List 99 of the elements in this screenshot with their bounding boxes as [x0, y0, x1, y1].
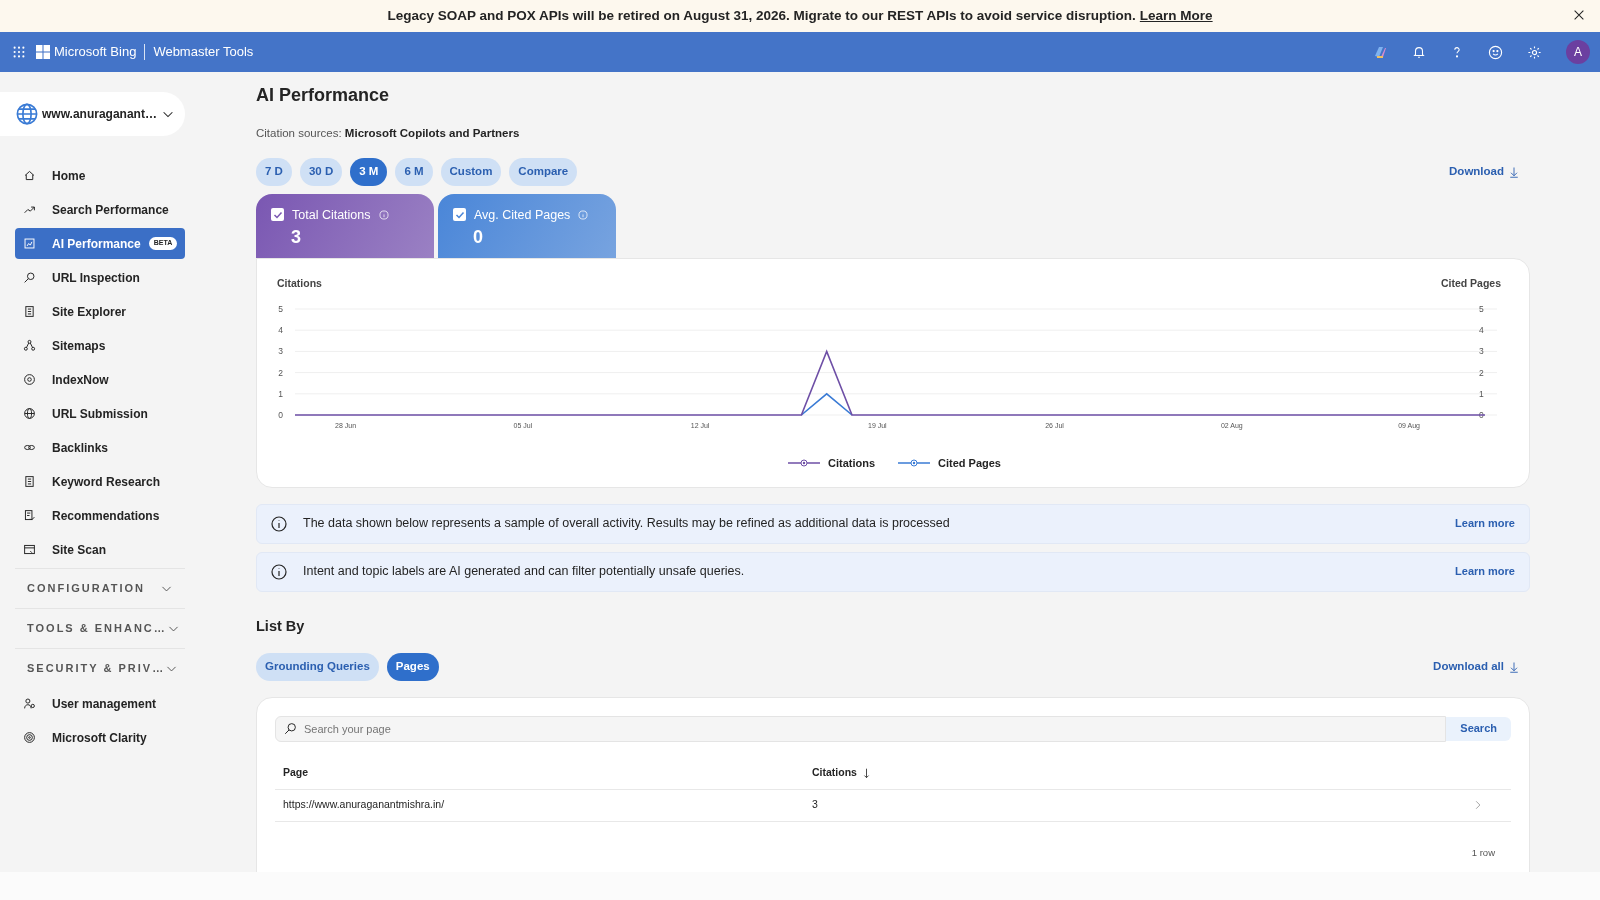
section-title: List By	[256, 616, 306, 636]
sidebar-item[interactable]: Home	[15, 160, 185, 191]
document-icon	[23, 305, 36, 318]
tick-label: 3	[1479, 345, 1484, 356]
legend-swatch	[787, 459, 821, 466]
banner-message: Legacy SOAP and POX APIs will be retired on August 31, 2026. Migrate to our REST APIs to avoid service disruption.	[387, 6, 1136, 25]
notice-text: The data shown below represents a sample of overall activity. Results may be refined as additional data is processed	[303, 515, 950, 533]
sidebar-item[interactable]: Backlinks	[15, 432, 185, 463]
tick-label: 1	[278, 388, 283, 399]
search-icon	[23, 271, 36, 284]
metric-value: 0	[473, 226, 484, 250]
metric-value: 3	[291, 226, 302, 250]
tick-label: 1	[1479, 388, 1484, 399]
axis-title: Citations	[277, 276, 322, 289]
bell-icon[interactable]	[1412, 45, 1426, 59]
sidebar-item[interactable]: Search Performance	[15, 194, 185, 225]
home-icon	[23, 169, 36, 182]
column-header[interactable]: Page	[283, 765, 309, 781]
column-header[interactable]: Citations	[812, 765, 857, 781]
site-selector[interactable]: www.anuraganant…	[0, 92, 185, 136]
section-header[interactable]: TOOLS & ENHANC…	[15, 608, 185, 648]
product-name: Webmaster Tools	[153, 43, 254, 62]
range-button[interactable]: 7 D	[256, 158, 292, 186]
range-button[interactable]: Custom	[440, 158, 502, 186]
checkbox[interactable]	[271, 208, 284, 222]
section-header[interactable]: CONFIGURATION	[15, 568, 185, 608]
info-icon	[578, 209, 589, 220]
close-icon[interactable]	[1572, 8, 1586, 22]
tick-label: 5	[1479, 303, 1484, 314]
notice-text: Intent and topic labels are AI generated and can filter potentially unsafe queries.	[303, 563, 745, 581]
table-cell-text: https://www.anuraganantmishra.in/	[283, 797, 446, 813]
sidebar-item[interactable]: URL Submission	[15, 398, 185, 429]
document-check-icon	[23, 509, 36, 522]
search-field[interactable]: Search your page	[275, 715, 1447, 742]
copilot-icon[interactable]	[1372, 44, 1388, 60]
download-icon	[1508, 165, 1520, 178]
sitemap-icon	[23, 339, 36, 352]
sidebar-item[interactable]: Microsoft Clarity	[15, 722, 185, 753]
row-count: 1 row	[1470, 845, 1496, 860]
tick-label: 3	[278, 345, 283, 356]
download-link[interactable]: Download	[1449, 163, 1520, 181]
tick-label: 4	[278, 324, 283, 335]
info-icon	[271, 563, 287, 580]
learn-more-link[interactable]: Learn More	[1139, 5, 1213, 27]
metric-label: Avg. Cited Pages	[474, 206, 571, 224]
tick-label: 2	[278, 367, 283, 378]
person-icon	[23, 697, 36, 710]
table-row[interactable]: https://www.anuraganantmishra.in/ 3	[275, 789, 1511, 822]
sidebar-item[interactable]: Recommendations	[15, 500, 185, 531]
smiley-icon[interactable]	[1488, 44, 1503, 60]
range-button[interactable]: 3 M	[350, 158, 388, 186]
tick-label: 0	[1479, 409, 1484, 420]
document-icon	[23, 475, 36, 488]
sidebar-item[interactable]: Keyword Research	[15, 466, 185, 497]
legend-label[interactable]: Citations	[828, 456, 876, 469]
chevron-right-icon	[1473, 800, 1483, 810]
app-launcher-icon[interactable]	[12, 45, 26, 59]
table-cell-text: 3	[812, 797, 819, 813]
avatar[interactable]: A	[1566, 40, 1590, 64]
sidebar-item[interactable]: URL Inspection	[15, 262, 185, 293]
sidebar-item[interactable]: Site Scan	[15, 534, 185, 565]
section-header[interactable]: SECURITY & PRIV…	[15, 648, 185, 688]
tick-label: 2	[1479, 367, 1484, 378]
chart-icon	[23, 237, 36, 250]
legend-label[interactable]: Cited Pages	[938, 456, 1001, 469]
sidebar-item[interactable]: Sitemaps	[15, 330, 185, 361]
list-tab[interactable]: Pages	[386, 653, 439, 681]
tick-label: 0	[278, 409, 283, 420]
download-all-link[interactable]: Download all	[1433, 658, 1520, 676]
globe-icon	[16, 103, 38, 125]
list-tab[interactable]: Grounding Queries	[256, 653, 379, 681]
learn-more-link[interactable]: Learn more	[1455, 563, 1515, 580]
citation-sources: Citation sources: Microsoft Copilots and Partners	[256, 126, 521, 141]
metric-label: Total Citations	[292, 206, 371, 224]
info-icon	[271, 515, 287, 532]
range-button[interactable]: Compare	[509, 158, 578, 186]
sidebar-item[interactable]: Site Explorer	[15, 296, 185, 327]
info-icon	[378, 209, 389, 220]
trend-icon	[23, 203, 36, 216]
browser-icon	[23, 543, 36, 556]
logo-icon	[36, 45, 50, 59]
search-icon	[284, 721, 297, 735]
checkbox[interactable]	[453, 208, 466, 222]
tick-label: 5	[278, 303, 283, 314]
brand-name: Microsoft Bing	[54, 43, 137, 62]
tick-label: 4	[1479, 324, 1484, 335]
page-title: AI Performance	[256, 84, 391, 107]
axis-title: Cited Pages	[1440, 276, 1501, 289]
sidebar-item[interactable]: IndexNow	[15, 364, 185, 395]
globe-icon	[23, 407, 36, 420]
download-icon	[1508, 660, 1520, 673]
settings-icon[interactable]	[1527, 44, 1542, 60]
range-button[interactable]: 6 M	[395, 158, 433, 186]
range-button[interactable]: 30 D	[299, 158, 343, 186]
learn-more-link[interactable]: Learn more	[1455, 515, 1515, 532]
metric-card[interactable]: Total Citations 3	[256, 193, 434, 258]
sidebar-item[interactable]: User management	[15, 688, 185, 719]
search-button[interactable]: Search	[1446, 716, 1511, 741]
legend-swatch	[897, 459, 931, 466]
